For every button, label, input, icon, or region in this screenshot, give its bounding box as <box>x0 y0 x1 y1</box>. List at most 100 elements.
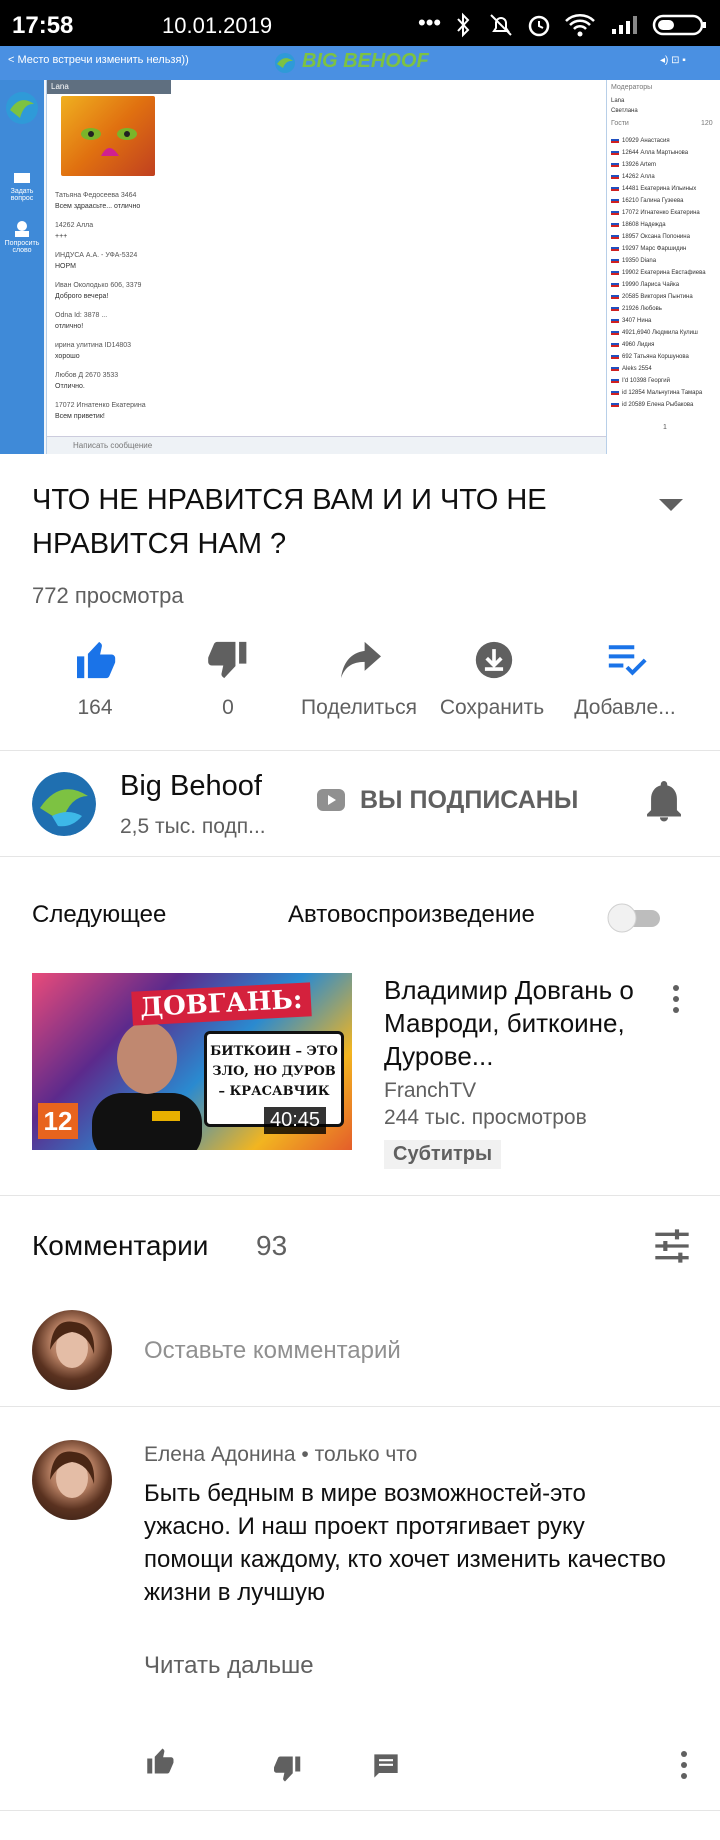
channel-subscribers: 2,5 тыс. подп... <box>120 815 266 838</box>
video-player[interactable]: < Место встречи изменить нельзя)) BIG BE… <box>0 46 720 454</box>
guest-list-item[interactable]: Aleks 2554 <box>611 364 720 374</box>
page-number[interactable]: 1 <box>663 424 667 431</box>
guest-list-item[interactable]: id 12854 Мальчугина Тамара <box>611 388 720 398</box>
guest-list-item[interactable]: 18608 Надежда <box>611 220 720 230</box>
subtitles-badge: Субтитры <box>384 1140 502 1169</box>
reply-icon[interactable] <box>372 1752 400 1780</box>
channel-avatar[interactable] <box>32 772 96 836</box>
guest-name: 14481 Екатерина Ильиных <box>622 186 697 192</box>
request-floor-icon[interactable] <box>12 220 32 238</box>
guest-list-item[interactable]: 19350 Diana <box>611 256 720 266</box>
add-comment-input[interactable]: Оставьте комментарий <box>144 1337 401 1365</box>
guest-list-item[interactable]: 19990 Лариса Чайка <box>611 280 720 290</box>
guest-name: 4960 Лидия <box>622 342 655 348</box>
chat-message: 14262 Алла +++ <box>55 222 94 240</box>
guest-list-item[interactable]: 13926 Artem <box>611 160 720 170</box>
guest-name: 20585 Виктория Пынтина <box>622 294 693 300</box>
guest-list-item[interactable]: 20585 Виктория Пынтина <box>611 292 720 302</box>
comment-dislike-icon[interactable] <box>274 1755 304 1783</box>
guest-list-item[interactable]: 18957 Оксана Попонина <box>611 232 720 242</box>
guest-list-item[interactable]: 19297 Марс Фаршидин <box>611 244 720 254</box>
divider <box>0 1195 720 1196</box>
guest-list-item[interactable]: 3407 Нина <box>611 316 720 326</box>
player-window-controls[interactable]: ◂) ⊡ ▪ <box>660 55 686 66</box>
guest-name: 19990 Лариса Чайка <box>622 282 680 288</box>
flag-icon <box>611 185 619 192</box>
guest-name: 18608 Надежда <box>622 222 666 228</box>
flag-icon <box>611 329 619 336</box>
ask-question-label[interactable]: Задать вопрос <box>0 188 44 202</box>
share-label: Поделиться <box>301 696 417 719</box>
autoplay-label: Автовоспроизведение <box>288 901 535 928</box>
player-caption: < Место встречи изменить нельзя)) <box>8 54 189 66</box>
chat-input[interactable]: Написать сообщение <box>47 436 607 454</box>
next-video-thumbnail[interactable]: ДОВГАНЬ: БИТКОИН – ЭТО ЗЛО, НО ДУРОВ – К… <box>32 973 352 1150</box>
expand-description-icon[interactable] <box>656 496 686 514</box>
guest-list-item[interactable]: 16210 Галина Гузеева <box>611 196 720 206</box>
guest-name: 10929 Анастасия <box>622 138 670 144</box>
thumb-number: 12 <box>38 1103 78 1139</box>
guest-list-item[interactable]: 4960 Лидия <box>611 340 720 350</box>
speaker-photo <box>61 96 155 176</box>
alarm-icon <box>528 15 550 37</box>
thumb-headline: ДОВГАНЬ: <box>131 982 312 1026</box>
up-next-label: Следующее <box>32 901 167 928</box>
guest-list-item[interactable]: 14262 Алла <box>611 172 720 182</box>
read-more-link[interactable]: Читать дальше <box>144 1652 314 1680</box>
guest-list-item[interactable]: 17072 Игнатенко Екатерина <box>611 208 720 218</box>
guest-list-item[interactable]: 10929 Анастасия <box>611 136 720 146</box>
divider <box>0 750 720 751</box>
player-top-bar: < Место встречи изменить нельзя)) BIG BE… <box>0 46 720 80</box>
flag-icon <box>611 389 619 396</box>
guest-list-item[interactable]: I'd 10398 Георгий <box>611 376 720 386</box>
guest-name: 13926 Artem <box>622 162 657 168</box>
guests-count: 120 <box>701 120 713 127</box>
chat-header: Lana <box>47 80 171 94</box>
subscribed-button[interactable]: ВЫ ПОДПИСАНЫ <box>316 786 578 815</box>
more-options-icon[interactable] <box>672 984 680 1014</box>
moderators-header: Модераторы <box>611 84 653 91</box>
comment-author-avatar[interactable] <box>32 1440 112 1520</box>
sort-comments-icon[interactable] <box>652 1227 692 1265</box>
autoplay-toggle[interactable] <box>604 903 664 933</box>
comment-text: Быть бедным в мире возможностей-это ужас… <box>144 1480 666 1606</box>
subscribed-label: ВЫ ПОДПИСАНЫ <box>360 786 579 814</box>
guest-name: 12644 Алла Мартынова <box>622 150 689 156</box>
request-floor-label[interactable]: Попросить слово <box>0 240 44 254</box>
comment-like-icon[interactable] <box>146 1747 176 1775</box>
player-chat: Lana Татьяна Федосеева 3464 Всем здраасьт… <box>46 80 607 454</box>
guest-list-item[interactable]: 14481 Екатерина Ильиных <box>611 184 720 194</box>
flag-icon <box>611 137 619 144</box>
behoof-logo-icon <box>6 92 38 124</box>
guest-name: 18957 Оксана Попонина <box>622 234 690 240</box>
flag-icon <box>611 149 619 156</box>
user-avatar[interactable] <box>32 1310 112 1390</box>
guest-list-item[interactable]: id 20589 Елена Рыбакова <box>611 400 720 410</box>
guest-list-item[interactable]: 692 Татьяна Коршунова <box>611 352 720 362</box>
channel-name[interactable]: Big Behoof <box>120 770 262 803</box>
flag-icon <box>611 233 619 240</box>
ask-question-icon[interactable] <box>13 172 31 186</box>
flag-icon <box>611 209 619 216</box>
guest-list-item[interactable]: 21926 Любовь <box>611 304 720 314</box>
mute-icon <box>490 14 512 36</box>
guest-name: I'd 10398 Георгий <box>622 378 670 384</box>
flag-icon <box>611 365 619 372</box>
moderator-item: Lana <box>611 98 625 104</box>
flag-icon <box>611 341 619 348</box>
more-dots-icon: ••• <box>418 10 442 35</box>
dislike-count: 0 <box>222 696 234 719</box>
flag-icon <box>611 173 619 180</box>
next-video-title[interactable]: Владимир Довгань о Мавроди, биткоине, Ду… <box>384 974 654 1073</box>
guest-name: 19297 Марс Фаршидин <box>622 246 687 252</box>
guest-list-item[interactable]: 4921,6940 Людмила Кулиш <box>611 328 720 338</box>
flag-icon <box>611 401 619 408</box>
comment-more-icon[interactable] <box>680 1750 688 1780</box>
guest-list-item[interactable]: 12644 Алла Мартынова <box>611 148 720 158</box>
battery-icon <box>652 14 706 36</box>
person-thumbnail-image <box>92 1022 202 1150</box>
comment-author[interactable]: Елена Адонина • только что <box>144 1443 417 1467</box>
divider <box>0 1810 720 1811</box>
guest-list-item[interactable]: 19902 Екатерина Евстафиева <box>611 268 720 278</box>
notification-bell-icon[interactable] <box>644 781 684 823</box>
